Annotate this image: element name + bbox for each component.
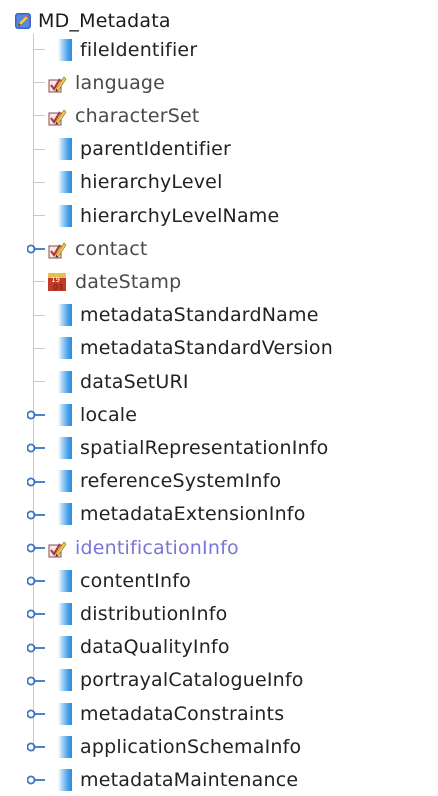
tree-item-application-schema-info[interactable]: applicationSchemaInfo [25,730,435,763]
expand-toggle-icon[interactable] [25,465,45,498]
tree-item-label: identificationInfo [75,536,239,559]
tree-item-file-identifier[interactable]: fileIdentifier [25,33,435,66]
tree-item-hierarchy-level-name[interactable]: hierarchyLevelName [25,199,435,232]
tree-item-label: metadataMaintenance [80,768,299,791]
tree-item-label: locale [80,403,138,426]
tree-item-label: hierarchyLevelName [80,204,280,227]
tree-item-label: hierarchyLevel [80,171,223,194]
tree-item-data-quality-info[interactable]: dataQualityInfo [25,631,435,664]
tree-item-metadata-standard-name[interactable]: metadataStandardName [25,299,435,332]
element-bar-icon [53,768,73,792]
element-bar-icon [53,170,73,194]
tree-item-label: referenceSystemInfo [80,470,282,493]
tree-item-metadata-maintenance[interactable]: metadataMaintenance [25,763,435,796]
expand-toggle-icon[interactable] [25,697,45,730]
metadata-pencil-icon [14,12,32,30]
tree-item-label: characterSet [75,104,200,127]
element-bar-icon [53,403,73,427]
checkbox-pencil-icon [47,71,67,95]
checkbox-pencil-icon [47,104,67,128]
tree-item-label: dataSetURI [80,370,189,393]
tree-item-hierarchy-level[interactable]: hierarchyLevel [25,166,435,199]
expand-toggle-icon[interactable] [25,498,45,531]
element-bar-icon [53,702,73,726]
tree-connector [25,299,45,332]
tree-item-spatial-representation-info[interactable]: spatialRepresentationInfo [25,431,435,464]
checkbox-pencil-icon [47,536,67,560]
tree-item-portrayal-catalogue-info[interactable]: portrayalCatalogueInfo [25,664,435,697]
tree-item-label: spatialRepresentationInfo [80,436,329,459]
element-bar-icon [53,204,73,228]
tree-item-label: contact [75,237,148,260]
tree-connector [25,99,45,132]
tree-item-label: dataQualityInfo [80,636,230,659]
expand-toggle-icon[interactable] [25,564,45,597]
element-bar-icon [53,38,73,62]
expand-toggle-icon[interactable] [25,431,45,464]
element-bar-icon [53,336,73,360]
tree-item-label: parentIdentifier [80,138,232,161]
tree-item-label: dateStamp [75,270,182,293]
tree-item-label: applicationSchemaInfo [80,735,302,758]
tree-connector [25,66,45,99]
expand-toggle-icon[interactable] [25,398,45,431]
element-bar-icon [53,137,73,161]
element-bar-icon [53,502,73,526]
calendar-icon: 19 03 [47,270,67,294]
tree-item-metadata-extension-info[interactable]: metadataExtensionInfo [25,498,435,531]
tree-connector [25,365,45,398]
tree-item-language[interactable]: language [25,66,435,99]
svg-text:03: 03 [53,283,63,292]
tree-connector [25,166,45,199]
tree-item-contact[interactable]: contact [25,232,435,265]
tree-connector [25,133,45,166]
element-bar-icon [53,436,73,460]
metadata-tree: MD_Metadata fileIdentifier language charac… [0,0,438,791]
element-bar-icon [53,735,73,759]
element-bar-icon [53,635,73,659]
tree-connector [25,199,45,232]
element-bar-icon [53,469,73,493]
tree-item-data-set-u-r-i[interactable]: dataSetURI [25,365,435,398]
tree-item-distribution-info[interactable]: distributionInfo [25,597,435,630]
expand-toggle-icon[interactable] [25,730,45,763]
tree-item-content-info[interactable]: contentInfo [25,564,435,597]
tree-item-metadata-standard-version[interactable]: metadataStandardVersion [25,332,435,365]
tree-item-label: metadataStandardVersion [80,337,333,360]
expand-toggle-icon[interactable] [25,631,45,664]
tree-item-label: portrayalCatalogueInfo [80,669,304,692]
tree-item-identification-info[interactable]: identificationInfo [25,531,435,564]
tree-item-date-stamp[interactable]: 19 03 dateStamp [25,265,435,298]
tree-item-label: metadataExtensionInfo [80,503,306,526]
tree-item-label: contentInfo [80,569,191,592]
element-bar-icon [53,303,73,327]
expand-toggle-icon[interactable] [25,763,45,796]
element-bar-icon [53,602,73,626]
tree-item-label: distributionInfo [80,602,228,625]
element-bar-icon [53,569,73,593]
tree-root-label: MD_Metadata [38,10,171,32]
expand-toggle-icon[interactable] [25,597,45,630]
checkbox-pencil-icon [47,237,67,261]
tree-item-reference-system-info[interactable]: referenceSystemInfo [25,465,435,498]
element-bar-icon [53,370,73,394]
tree-item-label: metadataConstraints [80,702,285,725]
tree-item-locale[interactable]: locale [25,398,435,431]
expand-toggle-icon[interactable] [25,232,45,265]
tree-item-metadata-constraints[interactable]: metadataConstraints [25,697,435,730]
tree-item-label: metadataStandardName [80,304,319,327]
expand-toggle-icon[interactable] [25,664,45,697]
tree-connector [25,265,45,298]
tree-item-label: fileIdentifier [80,38,198,61]
tree-item-character-set[interactable]: characterSet [25,99,435,132]
tree-connector [25,332,45,365]
tree-root-md-metadata[interactable]: MD_Metadata [14,6,171,36]
element-bar-icon [53,668,73,692]
tree-item-label: language [75,71,166,94]
tree-item-parent-identifier[interactable]: parentIdentifier [25,133,435,166]
tree-connector [25,33,45,66]
expand-toggle-icon[interactable] [25,531,45,564]
